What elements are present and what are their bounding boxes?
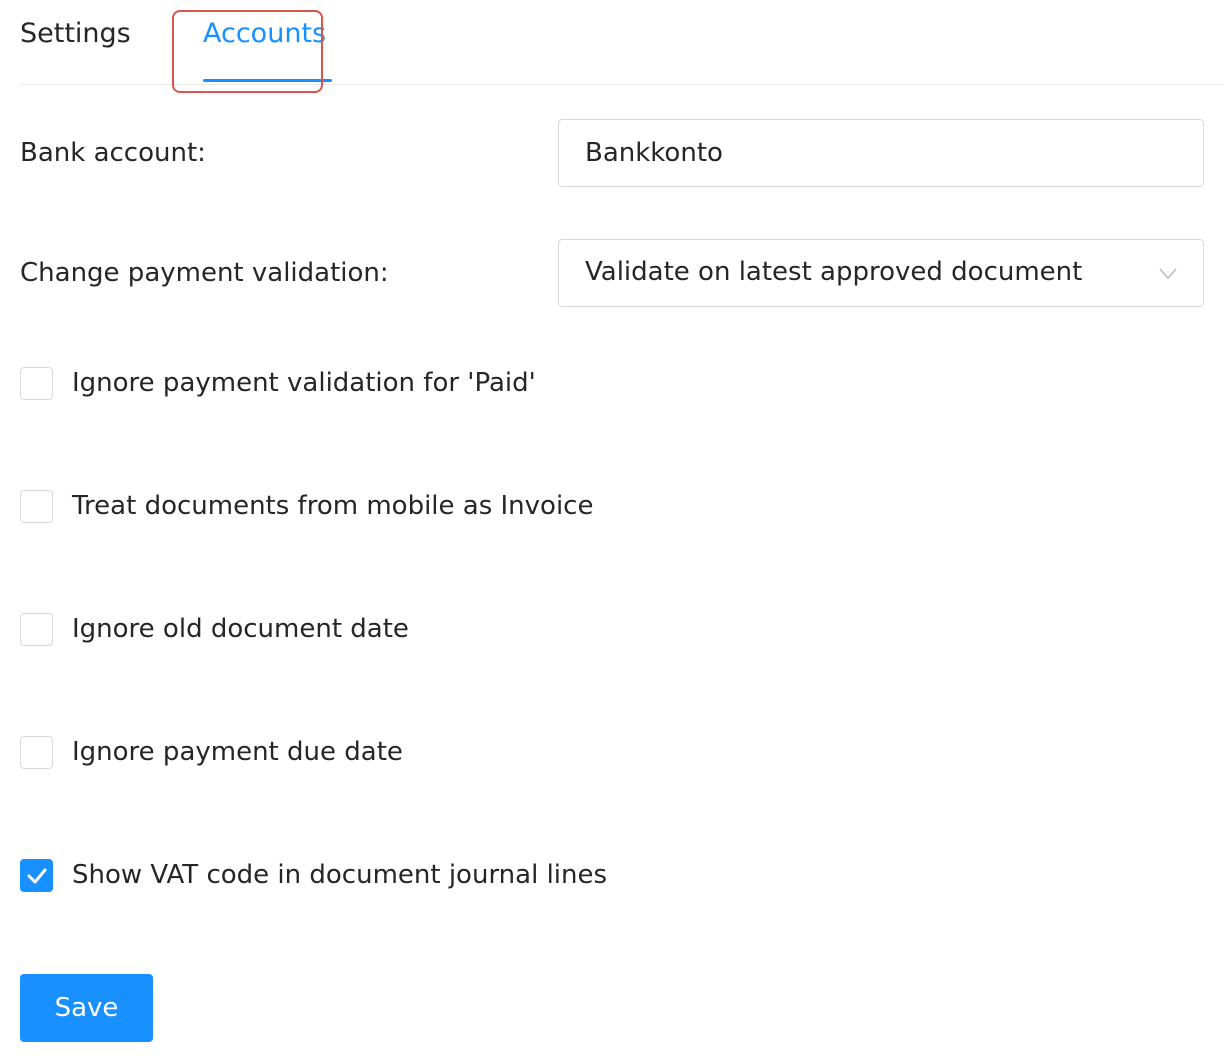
show-vat-code-label: Show VAT code in document journal lines [72, 860, 608, 890]
ignore-old-document-date-checkbox[interactable] [20, 613, 53, 646]
payment-validation-select[interactable]: Validate on latest approved document [558, 239, 1204, 307]
ignore-paid-validation-checkbox[interactable] [20, 367, 53, 400]
tab-accounts[interactable]: Accounts [203, 14, 326, 54]
ignore-old-document-date-label: Ignore old document date [72, 614, 409, 644]
bank-account-label: Bank account: [20, 138, 206, 168]
show-vat-code-checkbox[interactable] [20, 859, 53, 892]
save-button[interactable]: Save [20, 974, 153, 1042]
ignore-payment-due-date-checkbox[interactable] [20, 736, 53, 769]
treat-mobile-as-invoice-label: Treat documents from mobile as Invoice [72, 491, 594, 521]
treat-mobile-as-invoice-checkbox[interactable] [20, 490, 53, 523]
payment-validation-selected-value: Validate on latest approved document [585, 257, 1083, 287]
tab-settings[interactable]: Settings [20, 14, 131, 54]
tab-bar: Settings Accounts [20, 0, 1224, 85]
active-tab-indicator [203, 79, 332, 82]
chevron-down-icon [1157, 262, 1179, 284]
settings-page: Settings Accounts Bank account: Change p… [0, 0, 1224, 1058]
checkmark-icon [27, 868, 47, 884]
ignore-payment-due-date-label: Ignore payment due date [72, 737, 403, 767]
payment-validation-label: Change payment validation: [20, 258, 389, 288]
bank-account-input[interactable] [558, 119, 1204, 187]
ignore-paid-validation-label: Ignore payment validation for 'Paid' [72, 368, 536, 398]
